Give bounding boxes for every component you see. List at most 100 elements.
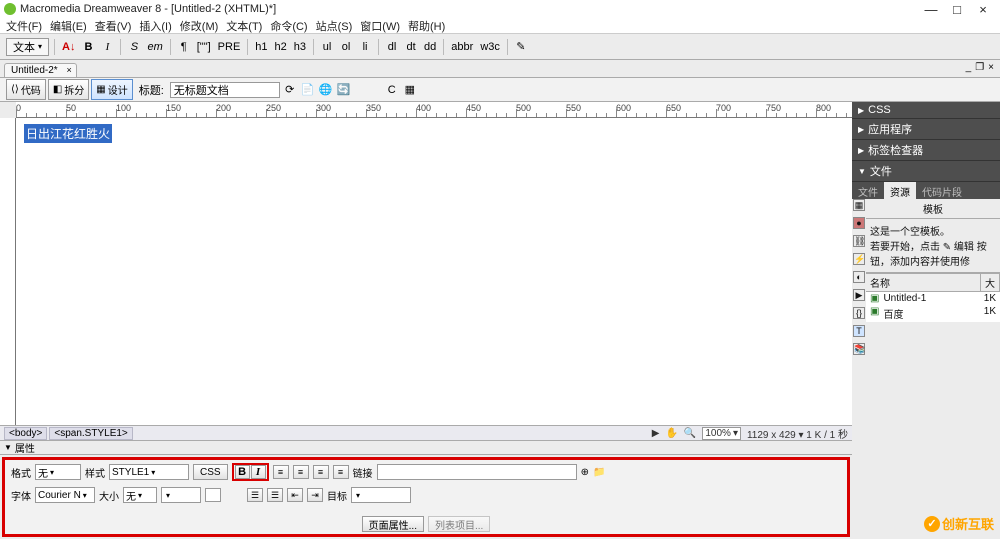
library-icon[interactable]: 📚 bbox=[853, 343, 865, 355]
doc-restore-icon[interactable]: ❐ bbox=[975, 62, 984, 73]
align-left-button[interactable]: ≡ bbox=[273, 465, 289, 479]
window-size-readout[interactable]: 1129 x 429 ▾ 1 K / 1 秒 bbox=[747, 426, 848, 441]
panel-application[interactable]: 应用程序 bbox=[852, 119, 1000, 140]
selected-text[interactable]: 日出江花红胜火 bbox=[24, 124, 112, 143]
align-justify-button[interactable]: ≡ bbox=[333, 465, 349, 479]
style-select[interactable]: STYLE1 bbox=[109, 464, 189, 480]
menu-insert[interactable]: 插入(I) bbox=[137, 18, 173, 33]
view-options-icon[interactable]: C bbox=[384, 82, 400, 98]
panel-tag-inspector[interactable]: 标签检查器 bbox=[852, 140, 1000, 161]
properties-header[interactable]: ▼属性 bbox=[0, 441, 852, 455]
li-button[interactable]: li bbox=[357, 38, 373, 56]
align-right-button[interactable]: ≡ bbox=[313, 465, 329, 479]
doc-minimize-icon[interactable]: _ bbox=[966, 62, 972, 73]
browse-folder-icon[interactable]: 📁 bbox=[593, 467, 605, 478]
tab-close-icon[interactable]: × bbox=[66, 65, 71, 75]
align-center-button[interactable]: ≡ bbox=[293, 465, 309, 479]
dt-button[interactable]: dt bbox=[403, 38, 419, 56]
ul-button[interactable]: ul bbox=[319, 38, 335, 56]
menu-file[interactable]: 文件(F) bbox=[4, 18, 44, 33]
italic-button[interactable]: I bbox=[99, 38, 115, 56]
list-item[interactable]: ▣ 百度 1K bbox=[866, 305, 1000, 322]
minimize-button[interactable]: — bbox=[918, 2, 944, 17]
tag-span[interactable]: <span.STYLE1> bbox=[49, 427, 132, 440]
images-icon[interactable]: ▦ bbox=[853, 199, 865, 211]
dl-button[interactable]: dl bbox=[384, 38, 400, 56]
pre-button[interactable]: PRE bbox=[216, 38, 243, 56]
refresh-icon[interactable]: 🔄 bbox=[336, 82, 352, 98]
col-size[interactable]: 大 bbox=[981, 274, 1000, 291]
menu-edit[interactable]: 编辑(E) bbox=[48, 18, 89, 33]
close-button[interactable]: × bbox=[970, 2, 996, 17]
design-view-button[interactable]: ▦设计 bbox=[91, 79, 132, 100]
assets-tab[interactable]: 资源 bbox=[884, 182, 916, 199]
format-select[interactable]: 无 bbox=[35, 464, 81, 480]
menu-help[interactable]: 帮助(H) bbox=[406, 18, 447, 33]
split-view-button[interactable]: ◧拆分 bbox=[48, 79, 89, 100]
code-view-button[interactable]: ⟨⟩代码 bbox=[6, 79, 46, 100]
prop-italic-button[interactable]: I bbox=[251, 465, 266, 479]
menu-modify[interactable]: 修改(M) bbox=[178, 18, 221, 33]
ol-button[interactable]: ol bbox=[338, 38, 354, 56]
blockquote-button[interactable]: [""] bbox=[195, 38, 213, 56]
maximize-button[interactable]: □ bbox=[944, 2, 970, 17]
colors-icon[interactable]: ● bbox=[853, 217, 865, 229]
font-select[interactable]: Courier N bbox=[35, 487, 95, 503]
link-input[interactable] bbox=[377, 464, 577, 480]
color-swatch[interactable] bbox=[205, 488, 221, 502]
file-mgmt-icon[interactable]: 📄 bbox=[300, 82, 316, 98]
col-name[interactable]: 名称 bbox=[866, 274, 981, 291]
movies-icon[interactable]: ▶ bbox=[853, 289, 865, 301]
page-properties-button[interactable]: 页面属性... bbox=[362, 516, 424, 532]
urls-icon[interactable]: ⛓ bbox=[853, 235, 865, 247]
css-button[interactable]: CSS bbox=[193, 464, 228, 480]
indent-button[interactable]: ⇥ bbox=[307, 488, 323, 502]
insert-category-dropdown[interactable]: 文本 bbox=[6, 38, 49, 56]
shockwave-icon[interactable]: ◐ bbox=[853, 271, 865, 283]
zoom-select[interactable]: 100% ▾ bbox=[702, 427, 741, 440]
preview-icon[interactable]: 🌐 bbox=[318, 82, 334, 98]
browser-check-icon[interactable]: ⟳ bbox=[282, 82, 298, 98]
dd-button[interactable]: dd bbox=[422, 38, 438, 56]
h3-button[interactable]: h3 bbox=[292, 38, 308, 56]
snippets-tab[interactable]: 代码片段 bbox=[916, 182, 968, 199]
files-tab[interactable]: 文件 bbox=[852, 182, 884, 199]
chars-button[interactable]: ✎ bbox=[513, 38, 529, 56]
flash-icon[interactable]: ⚡ bbox=[853, 253, 865, 265]
target-select[interactable] bbox=[351, 487, 411, 503]
tag-body[interactable]: <body> bbox=[4, 427, 47, 440]
panel-css[interactable]: CSS bbox=[852, 102, 1000, 119]
menu-commands[interactable]: 命令(C) bbox=[268, 18, 309, 33]
zoom-tool-icon[interactable]: 🔍 bbox=[684, 428, 696, 439]
menu-view[interactable]: 查看(V) bbox=[93, 18, 134, 33]
prop-bold-button[interactable]: B bbox=[235, 465, 250, 479]
scripts-icon[interactable]: {} bbox=[853, 307, 865, 319]
design-canvas[interactable]: 日出江花红胜火 bbox=[16, 118, 852, 425]
visual-aids-icon[interactable]: ▦ bbox=[402, 82, 418, 98]
point-to-file-icon[interactable]: ⊕ bbox=[581, 467, 589, 478]
size-unit-select[interactable] bbox=[161, 487, 201, 503]
bold-button[interactable]: B bbox=[80, 38, 96, 56]
unordered-list-button[interactable]: ☰ bbox=[247, 488, 263, 502]
em-button[interactable]: em bbox=[145, 38, 164, 56]
h1-button[interactable]: h1 bbox=[253, 38, 269, 56]
menu-site[interactable]: 站点(S) bbox=[314, 18, 355, 33]
menu-window[interactable]: 窗口(W) bbox=[358, 18, 402, 33]
pointer-tool-icon[interactable]: ▶ bbox=[652, 428, 660, 439]
w3c-button[interactable]: w3c bbox=[478, 38, 502, 56]
strong-button[interactable]: S bbox=[126, 38, 142, 56]
outdent-button[interactable]: ⇤ bbox=[287, 488, 303, 502]
title-input[interactable] bbox=[170, 82, 280, 98]
panel-files[interactable]: 文件 bbox=[852, 161, 1000, 182]
abbr-button[interactable]: abbr bbox=[449, 38, 475, 56]
doc-close-icon[interactable]: × bbox=[988, 62, 994, 73]
ordered-list-button[interactable]: ☰ bbox=[267, 488, 283, 502]
document-tab[interactable]: Untitled-2* × bbox=[4, 63, 77, 77]
list-item[interactable]: ▣ Untitled-1 1K bbox=[866, 292, 1000, 305]
menu-text[interactable]: 文本(T) bbox=[224, 18, 264, 33]
hand-tool-icon[interactable]: ✋ bbox=[665, 428, 677, 439]
font-color-icon[interactable]: A↓ bbox=[60, 38, 77, 56]
h2-button[interactable]: h2 bbox=[273, 38, 289, 56]
templates-icon[interactable]: T bbox=[853, 325, 865, 337]
size-select[interactable]: 无 bbox=[123, 487, 157, 503]
